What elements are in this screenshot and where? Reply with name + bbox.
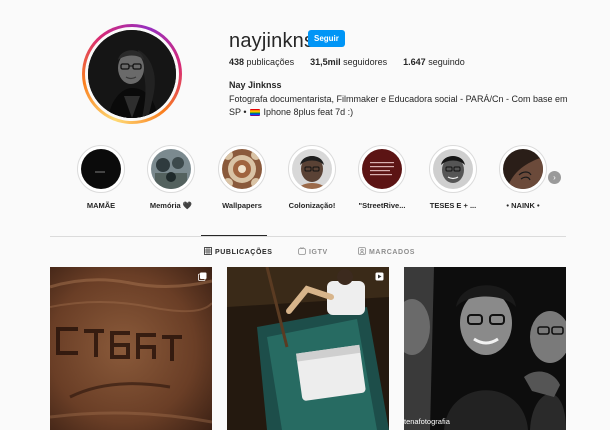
grid-icon [204,247,212,255]
stat-value: 438 [229,57,245,67]
bio-line: SP • Iphone 8plus feat 7d :) [229,107,354,117]
stat-label: publicações [246,57,295,67]
highlight-cover [222,149,262,189]
stat-label: seguidores [343,57,388,67]
highlight-cover [151,149,191,189]
stat-value: 1.647 [403,57,426,67]
highlight-wallpapers[interactable]: Wallpapers [207,145,277,210]
highlight-label: Colonização! [288,201,336,210]
story-highlights: MAMÃE Memória 🖤 Wallpapers Colonização! [66,145,566,215]
bio-line: Fotografa documentarista, Filmmaker e Ed… [229,94,568,104]
highlight-cover [292,149,332,189]
rainbow-flag-icon [250,109,261,116]
follow-button[interactable]: Seguir [308,30,345,47]
highlight-cover [81,149,121,189]
profile-avatar[interactable] [88,30,176,118]
highlight-teses[interactable]: TESES E + ... [418,145,488,210]
profile-avatar-ring[interactable] [82,24,182,124]
highlight-label: Wallpapers [222,201,262,210]
tagged-icon [358,247,366,255]
profile-bio: Fotografa documentarista, Filmmaker e Ed… [229,93,589,119]
stat-value: 31,5mil [310,57,341,67]
stat-label: seguindo [428,57,465,67]
stat-followers[interactable]: 31,5mil seguidores [310,57,387,67]
tab-igtv[interactable]: IGTV [298,247,328,256]
highlight-cover [362,149,402,189]
profile-full-name: Nay Jinknss [229,80,282,90]
tab-publicacoes[interactable]: PUBLICAÇÕES [204,247,273,256]
post-thumbnail[interactable] [227,267,389,430]
post-image-fur-letters [50,267,212,430]
highlight-label: • NAINK • [506,201,540,210]
highlight-streetrive[interactable]: "StreetRive... [347,145,417,210]
post-image-portraits [404,267,566,430]
post-image-boat [227,267,389,430]
highlights-next-button[interactable]: › [548,171,561,184]
video-icon [375,272,384,281]
avatar-portrait [88,30,176,118]
stat-posts: 438 publicações [229,57,294,67]
chevron-right-icon: › [553,173,556,182]
profile-stats: 438 publicações 31,5mil seguidores 1.647… [229,57,465,67]
highlight-label: TESES E + ... [429,201,477,210]
carousel-icon [198,272,207,281]
tabs-divider [50,236,566,237]
highlight-label: MAMÃE [86,201,116,210]
watermark-text: tenafotografia [404,417,450,426]
active-tab-indicator [201,235,267,236]
igtv-icon [298,247,306,255]
highlight-colonizacao[interactable]: Colonização! [277,145,347,210]
highlight-memoria[interactable]: Memória 🖤 [136,145,206,210]
profile-tabs: PUBLICAÇÕES IGTV MARCADOS [0,247,610,261]
highlight-cover [433,149,473,189]
post-thumbnail[interactable] [50,267,212,430]
stat-following[interactable]: 1.647 seguindo [403,57,465,67]
highlight-mamae[interactable]: MAMÃE [66,145,136,210]
highlight-label: "StreetRive... [358,201,406,210]
tab-marcados[interactable]: MARCADOS [358,247,415,256]
post-thumbnail[interactable]: tenafotografia [404,267,566,430]
top-bar [0,0,610,14]
highlight-label: Memória 🖤 [149,201,193,210]
highlight-cover [503,149,543,189]
